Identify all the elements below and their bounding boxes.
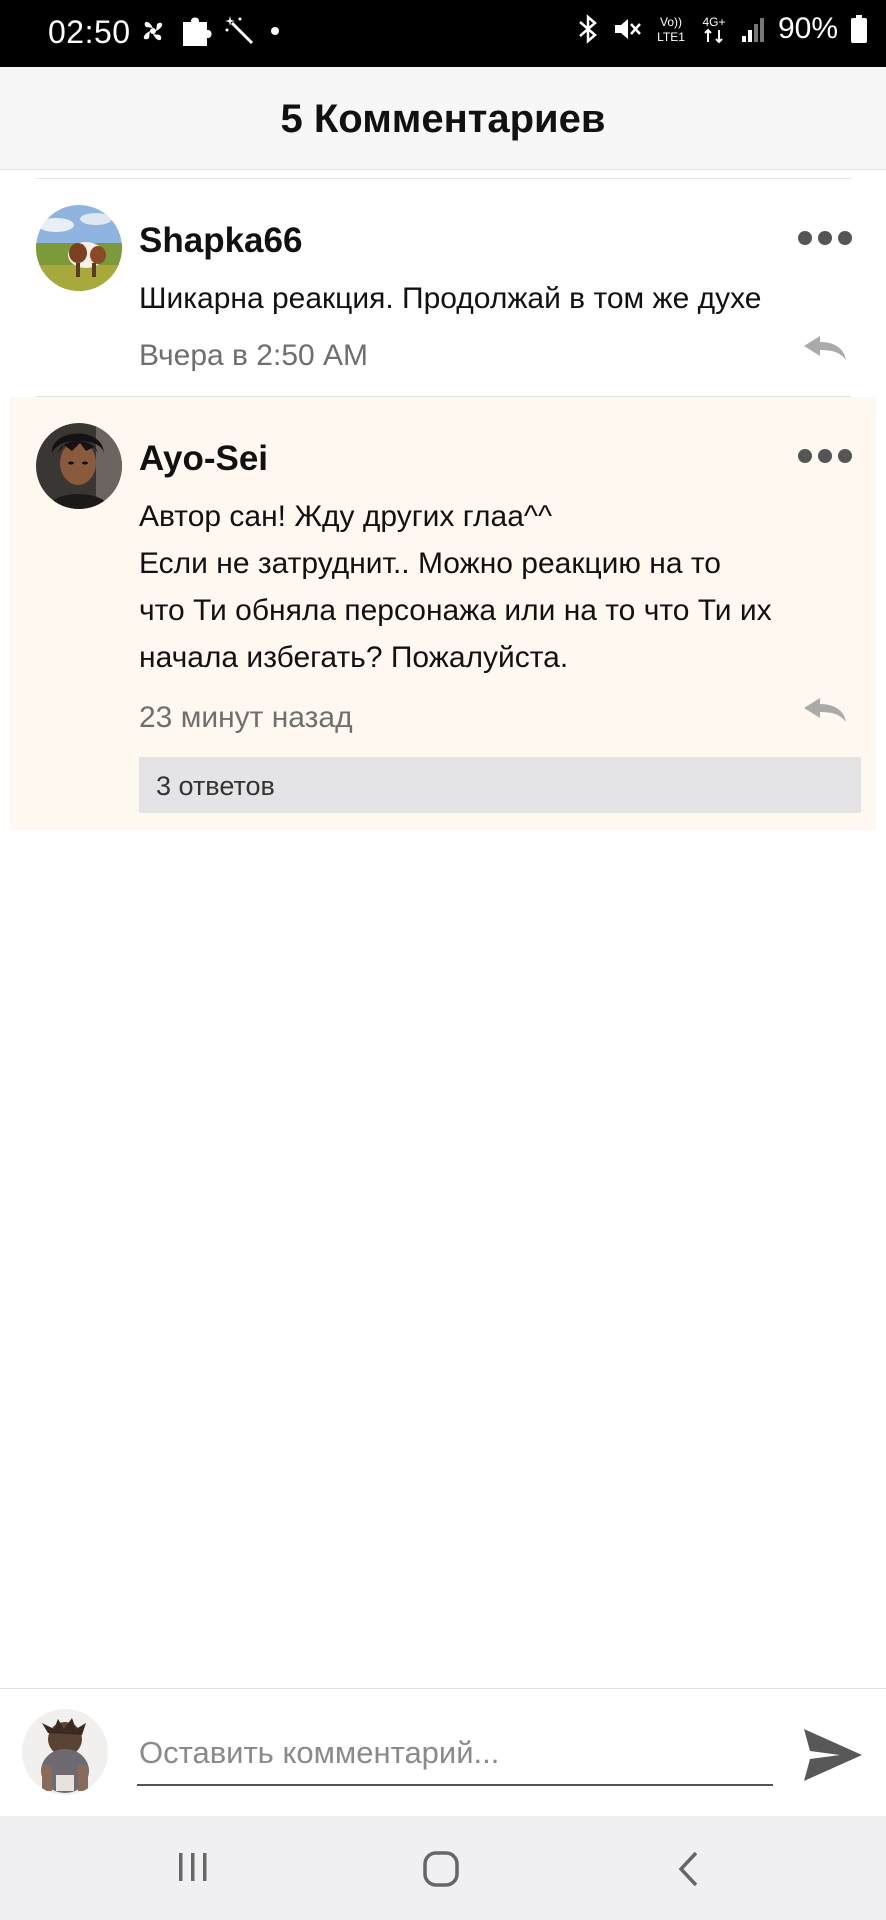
- svg-text:LTE1: LTE1: [657, 30, 685, 44]
- status-time: 02:50: [48, 14, 131, 50]
- reply-icon[interactable]: [802, 334, 848, 369]
- comment-author[interactable]: Ayo-Sei: [139, 439, 268, 479]
- cow-field-avatar-icon: [36, 205, 122, 291]
- comment-author[interactable]: Shapka66: [139, 221, 302, 261]
- comment-text: Автор сан! Жду других глаа^^ Если не зат…: [139, 493, 840, 681]
- comment-line: начала избегать? Пожалуйста.: [139, 641, 569, 674]
- comment-line: Если не затруднит.. Можно реакцию на то: [139, 547, 721, 580]
- comment-input-bar: [0, 1688, 886, 1817]
- status-right-icons: Vo)) LTE1 4G+ 90%: [576, 12, 868, 46]
- recent-apps-icon[interactable]: [176, 1850, 210, 1889]
- signal-icon: [741, 18, 764, 42]
- dot: [838, 231, 852, 245]
- avatar[interactable]: [36, 423, 122, 509]
- dot: [818, 449, 832, 463]
- comment-item: Ayo-Sei Автор сан! Жду других глаа^^ Есл…: [10, 397, 876, 830]
- pinwheel-icon: [143, 21, 163, 41]
- comment-line: Автор сан! Жду других глаа^^: [139, 500, 553, 533]
- battery-percent: 90%: [777, 12, 838, 45]
- anime-boy-avatar-icon: [36, 423, 122, 509]
- more-options-icon[interactable]: [798, 231, 852, 245]
- user-avatar-icon: [22, 1709, 108, 1795]
- comment-input[interactable]: [137, 1722, 773, 1786]
- dot: [818, 231, 832, 245]
- comment-item: Shapka66 Шикарна реакция. Продолжай в то…: [10, 179, 876, 396]
- volte-icon: Vo)) LTE1: [657, 15, 685, 44]
- status-bar: 02:50 Vo)) LTE1 4G+ 90%: [0, 0, 886, 67]
- puzzle-icon: [183, 17, 212, 46]
- system-nav-bar: [0, 1816, 886, 1920]
- comment-time: 23 минут назад: [139, 701, 353, 734]
- svg-text:4G+: 4G+: [702, 15, 725, 29]
- dot: [798, 449, 812, 463]
- page-title: 5 Комментариев: [280, 97, 606, 141]
- home-icon[interactable]: [422, 1850, 460, 1893]
- back-icon[interactable]: [676, 1850, 702, 1893]
- show-replies-button[interactable]: 3 ответов: [139, 757, 861, 813]
- status-left-icons: [138, 14, 282, 48]
- battery-icon: [851, 15, 867, 43]
- avatar[interactable]: [36, 205, 122, 291]
- comment-line: что Ти обняла персонажа или на то что Ти…: [139, 594, 772, 627]
- dot: [798, 231, 812, 245]
- bluetooth-icon: [579, 14, 597, 44]
- mute-icon: [614, 19, 641, 39]
- avatar[interactable]: [22, 1709, 108, 1795]
- comment-time: Вчера в 2:50 AM: [139, 339, 369, 372]
- send-icon[interactable]: [802, 1727, 864, 1788]
- comments-header: 5 Комментариев: [0, 67, 886, 170]
- replies-count: 3 ответов: [156, 771, 275, 801]
- magic-wand-icon: [225, 16, 254, 45]
- dot: [838, 449, 852, 463]
- dot-icon: [271, 27, 279, 35]
- svg-text:Vo)): Vo)): [660, 15, 682, 29]
- comment-text: Шикарна реакция. Продолжай в том же духе: [139, 282, 762, 315]
- more-options-icon[interactable]: [798, 449, 852, 463]
- 4g-icon: 4G+: [702, 15, 725, 44]
- reply-icon[interactable]: [802, 696, 848, 731]
